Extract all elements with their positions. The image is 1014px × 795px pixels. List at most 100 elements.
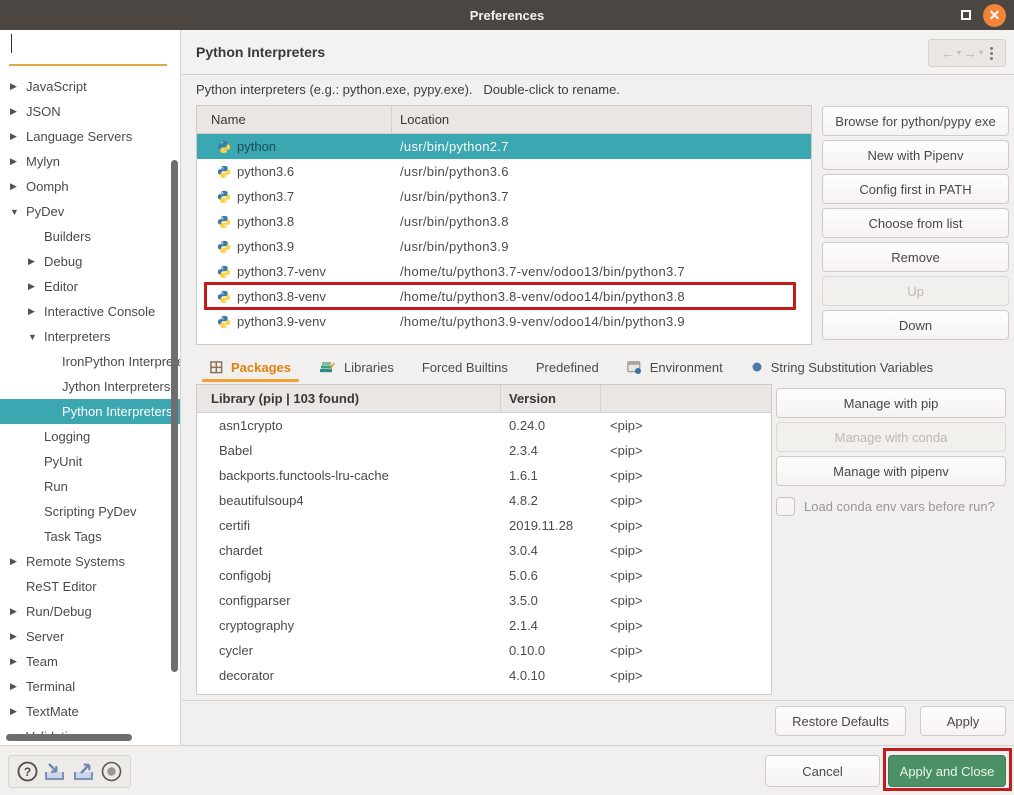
sidebar-item-run[interactable]: Run (0, 474, 180, 499)
tree-vertical-scrollbar[interactable] (171, 160, 178, 672)
tab-libraries[interactable]: Libraries (305, 352, 408, 382)
sidebar-item-scripting-pydev[interactable]: Scripting PyDev (0, 499, 180, 524)
chevron-down-icon[interactable]: ▼ (28, 332, 39, 342)
interpreter-tabs: PackagesLibrariesForced BuiltinsPredefin… (196, 352, 1014, 382)
chevron-right-icon[interactable]: ▶ (10, 81, 21, 92)
sidebar-item-run-debug[interactable]: ▶Run/Debug (0, 599, 180, 624)
cancel-button[interactable]: Cancel (765, 755, 880, 787)
sidebar-item-javascript[interactable]: ▶JavaScript (0, 74, 180, 99)
sidebar-item-interactive-console[interactable]: ▶Interactive Console (0, 299, 180, 324)
manage-with-pipenv-button[interactable]: Manage with pipenv (776, 456, 1006, 486)
sidebar-item-textmate[interactable]: ▶TextMate (0, 699, 180, 724)
interpreter-row-python3-9[interactable]: python3.9/usr/bin/python3.9 (197, 234, 811, 259)
chevron-down-icon[interactable]: ▼ (10, 207, 21, 217)
sidebar-item-jython-interpreters[interactable]: Jython Interpreters (0, 374, 180, 399)
view-menu-icon[interactable] (990, 47, 993, 60)
filter-input[interactable] (9, 36, 167, 60)
sidebar-item-interpreters[interactable]: ▼Interpreters (0, 324, 180, 349)
tab-predefined[interactable]: Predefined (522, 352, 613, 382)
remove-button[interactable]: Remove (822, 242, 1009, 272)
package-row-configparser[interactable]: configparser3.5.0<pip> (197, 588, 771, 613)
forward-dropdown-icon[interactable]: ▾ (979, 49, 983, 57)
sidebar-item-json[interactable]: ▶JSON (0, 99, 180, 124)
package-row-configobj[interactable]: configobj5.0.6<pip> (197, 563, 771, 588)
chevron-right-icon[interactable]: ▶ (10, 131, 21, 142)
help-icon[interactable]: ? (16, 760, 39, 783)
sidebar-item-terminal[interactable]: ▶Terminal (0, 674, 180, 699)
sidebar-item-oomph[interactable]: ▶Oomph (0, 174, 180, 199)
column-header-version[interactable]: Version (501, 385, 601, 412)
interpreter-row-python3-7[interactable]: python3.7/usr/bin/python3.7 (197, 184, 811, 209)
package-row-decorator[interactable]: decorator4.0.10<pip> (197, 663, 771, 688)
interpreter-row-python3-9-venv[interactable]: python3.9-venv/home/tu/python3.9-venv/od… (197, 309, 811, 334)
chevron-right-icon[interactable]: ▶ (28, 281, 39, 292)
chevron-right-icon[interactable]: ▶ (10, 156, 21, 167)
forward-icon[interactable]: → (963, 46, 977, 60)
package-row-babel[interactable]: Babel2.3.4<pip> (197, 438, 771, 463)
sidebar-item-ironpython-interpreters[interactable]: IronPython Interpreters (0, 349, 180, 374)
sidebar-item-rest-editor[interactable]: ReST Editor (0, 574, 180, 599)
package-row-asn1crypto[interactable]: asn1crypto0.24.0<pip> (197, 413, 771, 438)
tab-forced-builtins[interactable]: Forced Builtins (408, 352, 522, 382)
chevron-right-icon[interactable]: ▶ (10, 556, 21, 567)
sidebar-item-team[interactable]: ▶Team (0, 649, 180, 674)
sidebar-item-editor[interactable]: ▶Editor (0, 274, 180, 299)
browse-for-python-pypy-exe-button[interactable]: Browse for python/pypy exe (822, 106, 1009, 136)
column-header-library[interactable]: Library (pip | 103 found) (197, 385, 501, 412)
sidebar-item-debug[interactable]: ▶Debug (0, 249, 180, 274)
package-row-cycler[interactable]: cycler0.10.0<pip> (197, 638, 771, 663)
interpreter-row-python3-8-venv[interactable]: python3.8-venv/home/tu/python3.8-venv/od… (197, 284, 811, 309)
column-header-location[interactable]: Location (392, 106, 811, 133)
package-row-beautifulsoup4[interactable]: beautifulsoup44.8.2<pip> (197, 488, 771, 513)
column-header-name[interactable]: Name (197, 106, 392, 133)
tab-string-substitution-variables[interactable]: String Substitution Variables (737, 352, 947, 382)
maximize-button[interactable] (961, 10, 971, 20)
package-row-certifi[interactable]: certifi2019.11.28<pip> (197, 513, 771, 538)
sidebar-item-language-servers[interactable]: ▶Language Servers (0, 124, 180, 149)
chevron-right-icon[interactable]: ▶ (10, 706, 21, 717)
back-dropdown-icon[interactable]: ▾ (957, 49, 961, 57)
export-icon[interactable] (71, 761, 97, 783)
package-row-chardet[interactable]: chardet3.0.4<pip> (197, 538, 771, 563)
back-icon[interactable]: ← (941, 46, 955, 60)
package-row-backports-functools-lru-cache[interactable]: backports.functools-lru-cache1.6.1<pip> (197, 463, 771, 488)
chevron-right-icon[interactable]: ▶ (10, 606, 21, 617)
chevron-right-icon[interactable]: ▶ (10, 656, 21, 667)
interpreter-row-python[interactable]: python/usr/bin/python2.7 (197, 134, 811, 159)
interpreter-row-python3-7-venv[interactable]: python3.7-venv/home/tu/python3.7-venv/od… (197, 259, 811, 284)
tree-horizontal-scrollbar[interactable] (6, 734, 132, 741)
manage-with-pip-button[interactable]: Manage with pip (776, 388, 1006, 418)
apply-and-close-button[interactable]: Apply and Close (888, 755, 1006, 787)
tab-environment[interactable]: Environment (613, 352, 737, 382)
interpreter-row-python3-6[interactable]: python3.6/usr/bin/python3.6 (197, 159, 811, 184)
sidebar-item-task-tags[interactable]: Task Tags (0, 524, 180, 549)
chevron-right-icon[interactable]: ▶ (10, 681, 21, 692)
record-preferences-icon[interactable] (100, 760, 123, 783)
down-button[interactable]: Down (822, 310, 1009, 340)
sidebar-item-server[interactable]: ▶Server (0, 624, 180, 649)
sidebar-item-pydev[interactable]: ▼PyDev (0, 199, 180, 224)
import-icon[interactable] (42, 761, 68, 783)
choose-from-list-button[interactable]: Choose from list (822, 208, 1009, 238)
restore-defaults-button[interactable]: Restore Defaults (775, 706, 906, 736)
sidebar-item-pyunit[interactable]: PyUnit (0, 449, 180, 474)
chevron-right-icon[interactable]: ▶ (10, 631, 21, 642)
package-row-cryptography[interactable]: cryptography2.1.4<pip> (197, 613, 771, 638)
sidebar-item-mylyn[interactable]: ▶Mylyn (0, 149, 180, 174)
sidebar-item-builders[interactable]: Builders (0, 224, 180, 249)
column-header-blank[interactable] (601, 385, 771, 412)
chevron-right-icon[interactable]: ▶ (10, 106, 21, 117)
chevron-right-icon[interactable]: ▶ (10, 181, 21, 192)
apply-button[interactable]: Apply (920, 706, 1006, 736)
interpreter-row-python3-8[interactable]: python3.8/usr/bin/python3.8 (197, 209, 811, 234)
new-with-pipenv-button[interactable]: New with Pipenv (822, 140, 1009, 170)
config-first-in-path-button[interactable]: Config first in PATH (822, 174, 1009, 204)
chevron-right-icon[interactable]: ▶ (28, 306, 39, 317)
sidebar-item-python-interpreters[interactable]: Python Interpreters (0, 399, 180, 424)
sidebar-item-logging[interactable]: Logging (0, 424, 180, 449)
tab-packages[interactable]: Packages (196, 352, 305, 382)
close-button[interactable]: ✕ (983, 4, 1006, 27)
sidebar-item-remote-systems[interactable]: ▶Remote Systems (0, 549, 180, 574)
chevron-right-icon[interactable]: ▶ (28, 256, 39, 267)
conda-env-checkbox[interactable] (776, 497, 795, 516)
